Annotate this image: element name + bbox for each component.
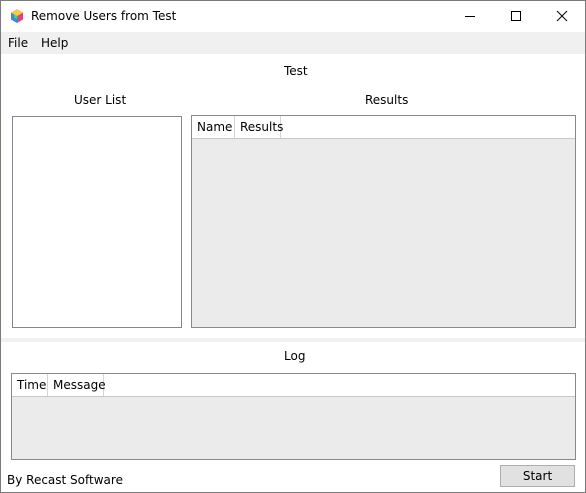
user-list-label: User List (74, 93, 127, 107)
page-title: Test (284, 64, 308, 78)
results-label: Results (365, 93, 409, 107)
column-header-message[interactable]: Message (48, 374, 106, 396)
results-grid[interactable]: Name Results (191, 115, 576, 328)
app-window: Remove Users from Test File Help Test Us… (0, 0, 586, 493)
log-grid-header: Time Message (12, 374, 575, 397)
minimize-button[interactable] (447, 1, 493, 32)
menu-file[interactable]: File (8, 36, 28, 50)
start-button[interactable]: Start (500, 465, 575, 487)
title-bar[interactable]: Remove Users from Test (1, 1, 585, 32)
maximize-button[interactable] (493, 1, 539, 32)
window-title: Remove Users from Test (31, 9, 177, 23)
results-grid-header: Name Results (192, 116, 575, 139)
log-grid[interactable]: Time Message (11, 373, 576, 460)
column-header-time[interactable]: Time (12, 374, 48, 396)
minimize-icon (465, 16, 475, 17)
colorful-cube-icon (9, 8, 25, 24)
log-label: Log (284, 349, 306, 363)
menu-help[interactable]: Help (41, 36, 68, 50)
close-button[interactable] (539, 1, 585, 32)
column-header-name[interactable]: Name (192, 116, 235, 138)
column-header-results[interactable]: Results (235, 116, 283, 138)
maximize-icon (511, 11, 521, 21)
close-icon (556, 10, 568, 22)
user-list-box[interactable] (12, 116, 182, 328)
menu-bar: File Help (1, 32, 585, 54)
main-content: Test User List Results Name Results Log … (1, 54, 585, 492)
section-divider (1, 338, 585, 342)
credit-text: By Recast Software (7, 473, 123, 487)
